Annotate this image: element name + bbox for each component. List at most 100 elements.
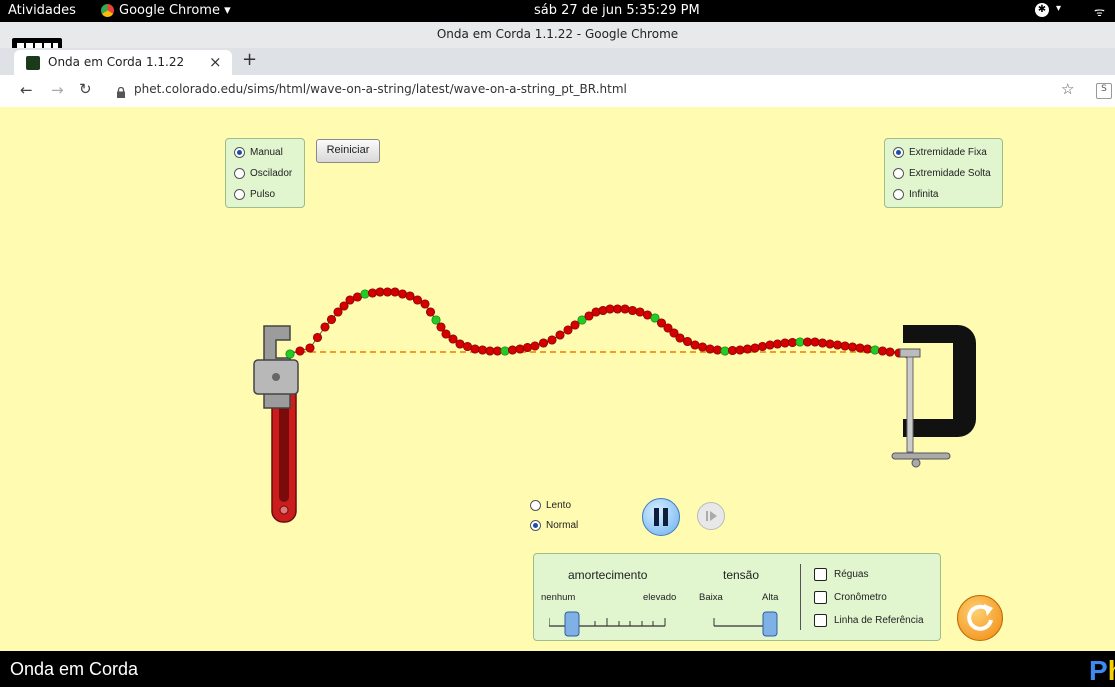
step-button[interactable] <box>697 502 725 530</box>
back-icon[interactable]: ← <box>20 81 33 99</box>
bead <box>515 344 525 354</box>
bead <box>765 340 775 350</box>
reset-all-icon <box>967 604 993 631</box>
bead <box>295 346 305 356</box>
bead <box>817 338 828 348</box>
simulation-canvas[interactable]: Manual Oscilador Pulso Reiniciar Extremi… <box>0 107 1115 651</box>
bead <box>757 341 768 352</box>
bead <box>642 310 653 320</box>
radio-label: Normal <box>546 520 579 531</box>
radio-label: Lento <box>546 500 572 511</box>
clamp-icon <box>891 325 976 468</box>
bead <box>492 346 503 356</box>
phet-logo[interactable]: Ph <box>1089 655 1115 687</box>
toolbar: ← → ↻ phet.colorado.edu/sims/html/wave-o… <box>0 75 1115 108</box>
radio-label: Pulso <box>250 189 276 200</box>
bead-marker <box>360 289 370 299</box>
phet-favicon-icon <box>26 56 40 70</box>
url-text: phet.colorado.edu/sims/html/wave-on-a-st… <box>134 82 627 96</box>
bead-marker <box>720 346 730 356</box>
bead <box>750 343 760 353</box>
tension-min-label: Baixa <box>699 592 723 603</box>
tension-slider[interactable] <box>712 604 782 638</box>
checkbox-cronometro[interactable]: Cronômetro <box>814 591 887 604</box>
extension-icon[interactable]: S <box>1096 83 1112 99</box>
radio-dot[interactable] <box>893 147 904 158</box>
bead <box>855 343 865 353</box>
radio-extremidade-solta[interactable]: Extremidade Solta <box>893 168 991 179</box>
bead <box>382 287 393 297</box>
reset-button[interactable]: Reiniciar <box>316 139 380 163</box>
wave-string[interactable] <box>270 272 990 482</box>
checkbox-box[interactable] <box>814 614 827 627</box>
radio-label: Infinita <box>909 189 939 200</box>
bead <box>441 329 451 339</box>
bead-marker[interactable] <box>285 349 295 359</box>
damping-slider[interactable] <box>549 604 669 638</box>
clock[interactable]: sáb 27 de jun 5:35:29 PM <box>534 3 700 18</box>
checkbox-box[interactable] <box>814 591 827 604</box>
radio-dot[interactable] <box>530 520 541 531</box>
tab-active[interactable]: Onda em Corda 1.1.22 × <box>14 50 232 75</box>
bead-group[interactable] <box>285 287 913 359</box>
bead <box>390 287 400 297</box>
bead <box>320 322 330 332</box>
forward-icon[interactable]: → <box>51 81 64 99</box>
bead <box>367 288 378 298</box>
radio-infinita[interactable]: Infinita <box>893 189 938 200</box>
chevron-down-icon[interactable]: ▾ <box>1056 3 1061 14</box>
radio-oscilador[interactable]: Oscilador <box>234 168 292 179</box>
new-tab-button[interactable]: + <box>242 49 257 70</box>
bead <box>547 335 557 345</box>
close-tab-icon[interactable]: × <box>209 53 222 71</box>
radio-dot[interactable] <box>234 168 245 179</box>
radio-dot[interactable] <box>893 168 904 179</box>
bookmark-star-icon[interactable]: ☆ <box>1061 80 1074 98</box>
chrome-icon <box>101 4 114 17</box>
radio-lento[interactable]: Lento <box>530 500 571 511</box>
radio-dot[interactable] <box>234 189 245 200</box>
checkbox-box[interactable] <box>814 568 827 581</box>
bead <box>712 345 723 355</box>
radio-manual[interactable]: Manual <box>234 147 283 158</box>
radio-label: Extremidade Fixa <box>909 147 987 158</box>
radio-dot[interactable] <box>893 189 904 200</box>
pause-icon <box>654 508 659 526</box>
lock-icon[interactable] <box>117 83 125 98</box>
bead <box>612 304 623 314</box>
damping-thumb[interactable] <box>564 611 580 637</box>
radio-normal[interactable]: Normal <box>530 520 578 531</box>
radio-extremidade-fixa[interactable]: Extremidade Fixa <box>893 147 987 158</box>
bead <box>485 346 495 356</box>
app-menu[interactable]: Google Chrome ▾ <box>119 3 231 18</box>
bead <box>375 287 385 297</box>
reset-all-button[interactable] <box>957 595 1003 641</box>
radio-dot[interactable] <box>234 147 245 158</box>
activities-button[interactable]: Atividades <box>8 3 76 18</box>
bead <box>862 344 873 354</box>
bead <box>635 307 645 317</box>
checkbox-reguas[interactable]: Réguas <box>814 568 868 581</box>
radio-dot[interactable] <box>530 500 541 511</box>
bead <box>825 339 835 349</box>
bead <box>735 345 745 355</box>
accessibility-icon[interactable]: ✱ <box>1035 3 1049 17</box>
bead <box>810 337 820 347</box>
wifi-icon[interactable]: ᯤ <box>1094 3 1105 20</box>
reload-icon[interactable]: ↻ <box>79 80 92 98</box>
pause-button[interactable] <box>642 498 680 536</box>
bead <box>802 337 813 347</box>
panel-divider <box>800 564 801 630</box>
omnibox[interactable]: phet.colorado.edu/sims/html/wave-on-a-st… <box>104 78 1094 102</box>
bead <box>620 304 630 314</box>
system-top-bar: Atividades Google Chrome ▾ sáb 27 de jun… <box>0 0 1115 22</box>
tension-thumb[interactable] <box>762 611 778 637</box>
tab-strip: Onda em Corda 1.1.22 × + <box>0 48 1115 75</box>
bead <box>832 340 843 350</box>
radio-label: Oscilador <box>250 168 293 179</box>
radio-pulso[interactable]: Pulso <box>234 189 275 200</box>
checkbox-label: Linha de Referência <box>834 615 924 626</box>
sim-nav-bar: Onda em Corda Ph <box>0 651 1115 687</box>
bead <box>412 295 423 305</box>
checkbox-linha-referencia[interactable]: Linha de Referência <box>814 614 924 627</box>
